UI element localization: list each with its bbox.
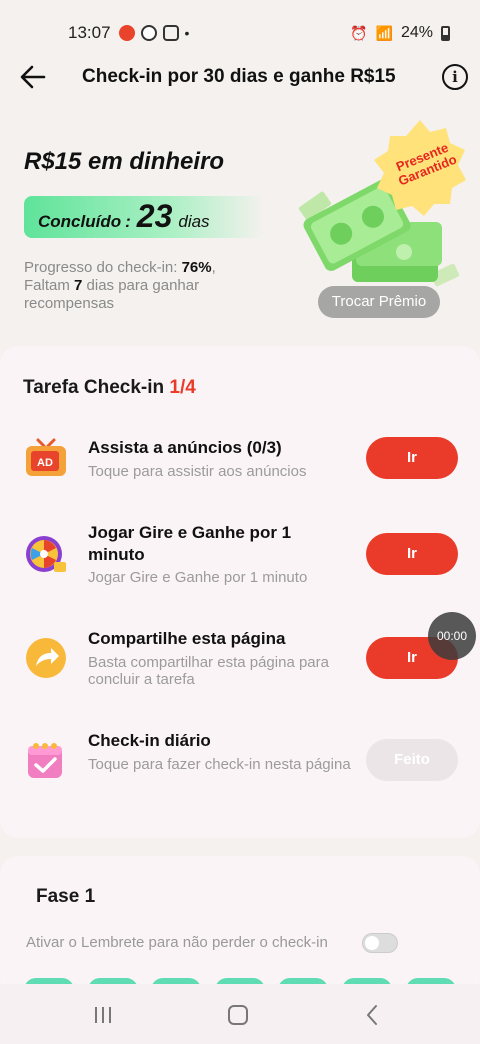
task-name-share: Compartilhe esta página [88, 629, 286, 648]
info-icon[interactable]: i [442, 64, 468, 90]
floating-timer[interactable]: 00:00 [428, 612, 476, 660]
more-notifications-dot-icon: • [184, 25, 190, 41]
completed-days-pill: Concluído : 23 dias [24, 196, 264, 238]
tasks-title: Tarefa Check-in 1/4 [23, 377, 196, 399]
status-right: ⏰ 📶 24% [350, 24, 450, 42]
battery-icon [441, 25, 450, 41]
home-icon[interactable] [223, 1000, 253, 1030]
completed-label: Concluído [38, 212, 122, 231]
task-sub-spin: Jogar Gire e Ganhe por 1 minuto [88, 569, 308, 586]
remaining-prefix: Faltam [24, 277, 75, 294]
task-daily-done-button: Feito [366, 739, 458, 781]
page-title: Check-in por 30 dias e ganhe R$15 [82, 66, 396, 87]
system-nav-bar [0, 984, 480, 1044]
task-sub-ads: Toque para assistir aos anúncios [88, 463, 307, 480]
reminder-toggle[interactable] [362, 933, 398, 953]
calendar-check-icon [28, 743, 62, 778]
exchange-prize-button[interactable]: Trocar Prêmio [318, 286, 440, 318]
task-name-ads: Assista a anúncios (0/3) [88, 438, 282, 457]
battery-percent: 24% [400, 24, 433, 41]
task-ads-go-button[interactable]: Ir [366, 437, 458, 479]
tv-ad-icon: AD [26, 438, 66, 476]
task-name-spin: Jogar Gire e Ganhe por 1 minuto [88, 523, 292, 564]
progress-percent: 76% [181, 259, 212, 276]
reward-title: R$15 em dinheiro [24, 148, 225, 175]
tasks-title-label: Tarefa Check-in [23, 377, 170, 398]
phase-card [0, 856, 480, 996]
back-nav-icon[interactable] [358, 1000, 388, 1030]
progress-mid: , [211, 259, 216, 276]
spin-wheel-icon [26, 536, 66, 572]
completed-days-count: 23 [136, 198, 173, 234]
app-header: Check-in por 30 dias e ganhe R$15 i [0, 56, 480, 100]
share-arrow-icon [26, 638, 66, 678]
wifi-icon: 📶 [375, 24, 393, 41]
instagram-icon [162, 25, 179, 41]
status-time: 13:07 [68, 23, 111, 42]
reminder-label: Ativar o Lembrete para não perder o chec… [26, 934, 328, 951]
task-name-daily: Check-in diário [88, 731, 211, 750]
phase-title: Fase 1 [36, 886, 96, 907]
completed-colon: : [125, 212, 131, 231]
tasks-count: 1/4 [169, 377, 196, 398]
tiktok-icon [140, 25, 157, 41]
alarm-icon: ⏰ [350, 24, 368, 41]
completed-days-unit: dias [178, 212, 210, 231]
task-sub-share: Basta compartilhar esta página para conc… [88, 654, 329, 688]
task-sub-daily: Toque para fazer check-in nesta página [88, 756, 351, 773]
recent-apps-icon[interactable] [88, 1000, 118, 1030]
task-spin-go-button[interactable]: Ir [366, 533, 458, 575]
progress-prefix: Progresso do check-in: [24, 259, 182, 276]
back-arrow-icon[interactable] [18, 62, 48, 92]
progress-text: Progresso do check-in: 76%, Faltam 7 dia… [24, 259, 264, 313]
app-notification-icon [118, 25, 135, 41]
svg-text:AD: AD [37, 457, 53, 469]
notification-icons: • [118, 25, 190, 41]
